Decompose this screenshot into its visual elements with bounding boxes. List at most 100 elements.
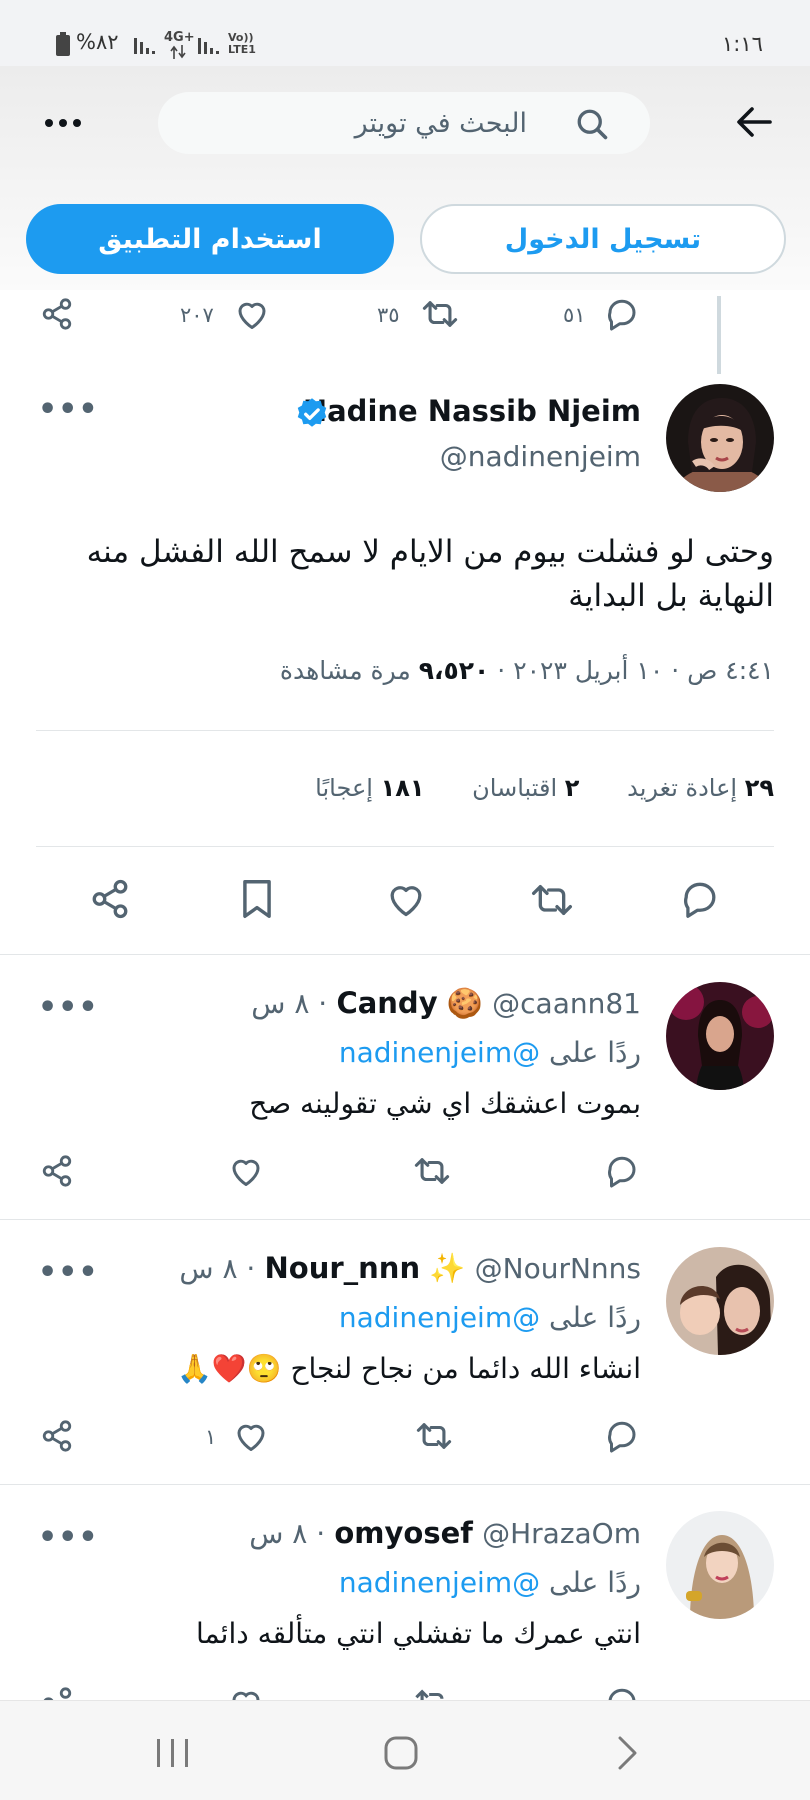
reply-text-row: انشاء الله دائما من نجاح لنجاح 🙄❤️🙏 (177, 1352, 641, 1385)
back-icon[interactable] (614, 1735, 640, 1771)
network-type: 4G+ (164, 30, 195, 45)
share-icon[interactable] (40, 1419, 74, 1453)
reply-time[interactable]: · ٨ س (251, 987, 327, 1020)
battery-icon (56, 32, 70, 56)
reply-header: Candy 🍪 @caann81 · ٨ س (251, 986, 641, 1021)
tweet-stats: ٢٩ إعادة تغريد ٢ اقتباسان ١٨١ إعجابًا (315, 774, 774, 802)
reply-emoji: 🙄❤️🙏 (176, 1352, 282, 1385)
tweet-text: وحتى لو فشلت بيوم من الايام لا سمح الله … (34, 530, 774, 618)
reply-icon[interactable] (604, 1154, 640, 1188)
use-app-button[interactable]: استخدام التطبيق (26, 204, 394, 274)
battery-level: %٨٢ (76, 30, 119, 54)
heart-icon[interactable] (385, 880, 427, 918)
likes-stat[interactable]: ١٨١ إعجابًا (315, 774, 424, 802)
reply-icon[interactable] (604, 1686, 640, 1700)
status-bar: %٨٢ 4G+ Vo)) LTE1 ١:١٦ (0, 0, 810, 66)
retweet-icon[interactable] (412, 1686, 452, 1700)
retweet-icon[interactable] (420, 297, 460, 331)
meta-separator: · (497, 656, 506, 685)
reply-to-handle[interactable]: @nadinenjeim (339, 1301, 540, 1334)
retweets-count: ٢٩ (744, 774, 774, 802)
reply-to-handle[interactable]: @nadinenjeim (339, 1036, 540, 1069)
retweets-stat[interactable]: ٢٩ إعادة تغريد (619, 774, 774, 802)
like-count: ١ (205, 1425, 217, 1449)
more-icon[interactable]: ••• (38, 1255, 99, 1290)
retweet-icon[interactable] (414, 1419, 454, 1453)
signal-icon (134, 34, 156, 54)
reply-to-prefix: ردًا على (549, 1566, 641, 1599)
heart-icon[interactable] (234, 297, 270, 331)
reply-name[interactable]: Nour_nnn (265, 1251, 421, 1285)
arrow-left-icon[interactable] (734, 104, 774, 140)
reply-icon[interactable] (679, 880, 721, 918)
retweet-icon[interactable] (412, 1154, 452, 1188)
reply-handle[interactable]: @HrazaOm (482, 1517, 641, 1550)
signal-icon-2 (198, 34, 220, 54)
more-icon[interactable]: ••• (38, 392, 99, 427)
reply-to: ردًا على @nadinenjeim (339, 1036, 641, 1069)
reply-header: omyosef @HrazaOm · ٨ س (249, 1516, 641, 1550)
reply-icon[interactable] (604, 1419, 640, 1453)
quotes-stat[interactable]: ٢ اقتباسان (465, 774, 580, 802)
author-handle[interactable]: @nadinenjeim (440, 440, 641, 473)
reply-to-prefix: ردًا على (549, 1301, 641, 1334)
bookmark-icon[interactable] (238, 878, 276, 920)
verified-badge-icon (294, 396, 330, 432)
clock: ١:١٦ (722, 32, 763, 56)
quotes-count: ٢ (564, 774, 580, 802)
reply-header: Nour_nnn ✨ @NourNnns · ٨ س (179, 1251, 641, 1286)
search-icon (574, 106, 610, 142)
share-icon[interactable] (40, 297, 74, 331)
thread-line (717, 296, 721, 374)
reply-handle[interactable]: @NourNnns (475, 1252, 641, 1285)
system-nav-bar (0, 1700, 810, 1800)
reply-avatar[interactable] (666, 1511, 774, 1619)
reply-text: انشاء الله دائما من نجاح لنجاح (290, 1352, 641, 1385)
name-emoji: 🍪 (446, 986, 483, 1020)
likes-count: ١٨١ (380, 774, 425, 802)
login-button[interactable]: تسجيل الدخول (420, 204, 786, 274)
tweet-time: ٤:٤١ ص (687, 656, 774, 685)
reply-to-prefix: ردًا على (549, 1036, 641, 1069)
meta-separator: · (671, 656, 680, 685)
search-bar[interactable]: البحث في تويتر (158, 92, 650, 154)
reply-avatar[interactable] (666, 1247, 774, 1355)
reply-handle[interactable]: @caann81 (492, 987, 641, 1020)
reply-avatar[interactable] (666, 982, 774, 1090)
views-label: مرة مشاهدة (279, 656, 411, 685)
reply-icon[interactable] (604, 297, 640, 331)
more-icon[interactable]: ••• (38, 990, 99, 1025)
reply-name[interactable]: omyosef (334, 1516, 473, 1550)
tweet-meta: ٤:٤١ ص · ١٠ أبريل ٢٠٢٣ · ٩،٥٢٠ مرة مشاهد… (280, 656, 774, 685)
reply-to: ردًا على @nadinenjeim (339, 1566, 641, 1599)
heart-icon[interactable] (228, 1154, 264, 1188)
divider (36, 730, 774, 731)
author-name[interactable]: Nadine Nassib Njeim (303, 394, 641, 428)
more-horizontal-icon[interactable] (44, 112, 82, 134)
share-icon[interactable] (40, 1686, 74, 1700)
reply-time[interactable]: · ٨ س (249, 1517, 325, 1550)
share-icon[interactable] (89, 878, 131, 920)
heart-icon[interactable] (228, 1686, 264, 1700)
reply-to-handle[interactable]: @nadinenjeim (339, 1566, 540, 1599)
search-input[interactable]: البحث في تويتر (355, 108, 527, 139)
tweet-date: ١٠ أبريل ٢٠٢٣ (513, 656, 664, 685)
retweet-icon[interactable] (528, 880, 576, 920)
tweet-text-line2: النهاية بل البداية (568, 578, 774, 614)
divider (0, 1219, 810, 1220)
reply-text: بموت اعشقك اي شي تقولينه صح (249, 1087, 641, 1120)
like-count: ٢٠٧ (180, 303, 214, 327)
reply-name[interactable]: Candy (336, 986, 437, 1020)
volte-label: Vo)) LTE1 (228, 31, 256, 56)
share-icon[interactable] (40, 1154, 74, 1188)
tweet-text-line1: وحتى لو فشلت بيوم من الايام لا سمح الله … (86, 534, 774, 570)
views-count: ٩،٥٢٠ (418, 656, 490, 685)
avatar[interactable] (666, 384, 774, 492)
more-icon[interactable]: ••• (38, 1520, 99, 1555)
likes-label: إعجابًا (315, 774, 373, 802)
heart-icon[interactable] (233, 1419, 269, 1453)
home-icon[interactable] (383, 1735, 419, 1771)
divider (0, 1484, 810, 1485)
recent-apps-icon[interactable] (155, 1737, 191, 1769)
reply-time[interactable]: · ٨ س (179, 1252, 255, 1285)
